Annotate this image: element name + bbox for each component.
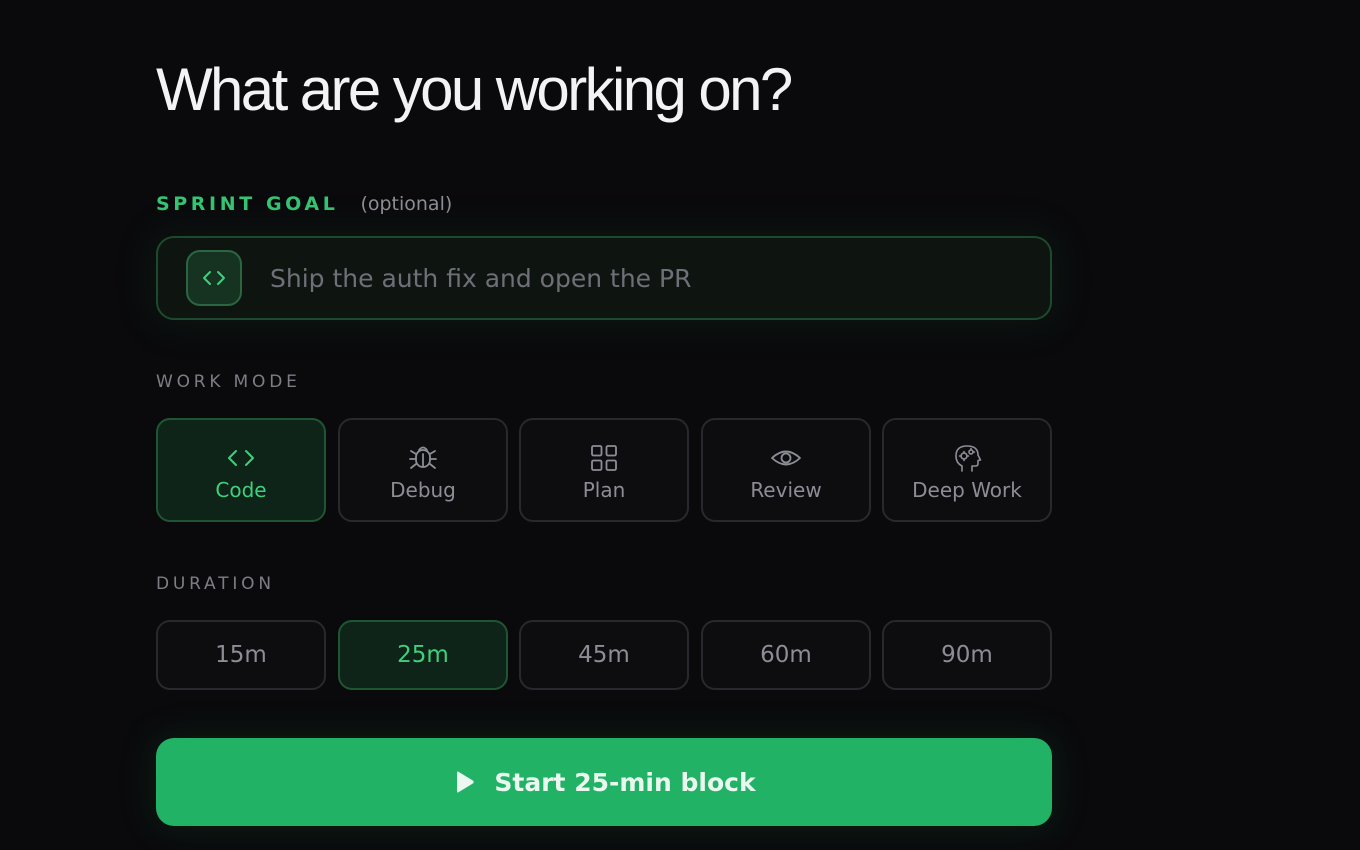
eye-icon	[703, 442, 869, 474]
start-block-button[interactable]: Start 25-min block	[156, 738, 1052, 826]
mode-option-code[interactable]: Code	[156, 418, 326, 522]
mode-label: Plan	[582, 478, 626, 502]
duration-option-90m[interactable]: 90m	[882, 620, 1052, 690]
mode-label: Code	[215, 478, 267, 502]
duration-option-60m[interactable]: 60m	[701, 620, 871, 690]
grid-icon	[521, 442, 687, 474]
start-block-label: Start 25-min block	[494, 767, 756, 797]
page-title: What are you working on?	[156, 56, 793, 123]
mode-label: Debug	[390, 478, 456, 502]
mode-option-review[interactable]: Review	[701, 418, 871, 522]
play-icon	[452, 769, 476, 795]
duration-option-45m[interactable]: 45m	[519, 620, 689, 690]
sprint-goal-optional-hint: (optional)	[360, 193, 453, 215]
sprint-goal-label: SPRINT GOAL	[156, 193, 339, 215]
brain-gears-icon	[884, 442, 1050, 474]
bug-icon	[340, 442, 506, 474]
duration-option-25m[interactable]: 25m	[338, 620, 508, 690]
sprint-goal-label-row: SPRINT GOAL (optional)	[156, 190, 452, 218]
duration-option-15m[interactable]: 15m	[156, 620, 326, 690]
code-icon	[158, 442, 324, 474]
mode-option-debug[interactable]: Debug	[338, 418, 508, 522]
mode-option-deep-work[interactable]: Deep Work	[882, 418, 1052, 522]
code-brackets-icon	[186, 250, 242, 306]
mode-label: Deep Work	[912, 478, 1022, 502]
sprint-goal-input[interactable]	[268, 257, 1050, 299]
sprint-goal-field[interactable]	[156, 236, 1052, 320]
work-mode-label: WORK MODE	[156, 372, 301, 392]
mode-option-plan[interactable]: Plan	[519, 418, 689, 522]
duration-label: DURATION	[156, 574, 275, 594]
mode-label: Review	[750, 478, 822, 502]
